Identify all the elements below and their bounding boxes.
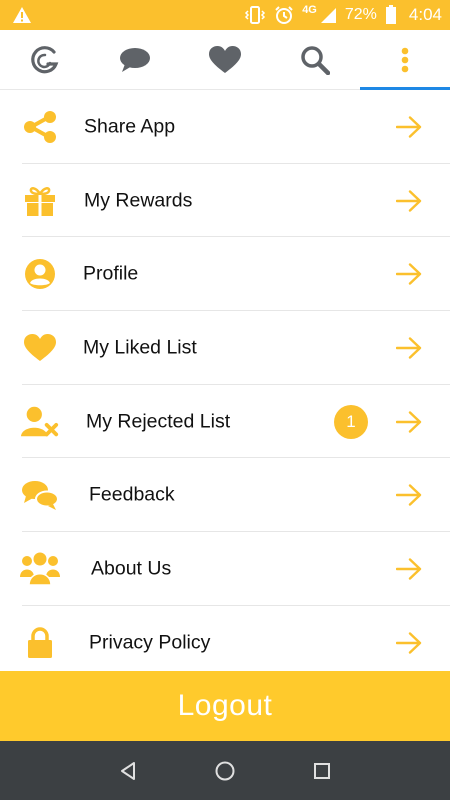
- gift-icon: [20, 183, 60, 219]
- chat-bubble-icon: [120, 47, 150, 72]
- recents-square-icon: [313, 762, 330, 779]
- group-icon: [20, 551, 60, 587]
- share-icon: [20, 109, 60, 145]
- heart-icon: [209, 45, 241, 73]
- nav-home-button[interactable]: [205, 751, 245, 791]
- menu-item-privacy-policy[interactable]: Privacy Policy: [0, 606, 450, 680]
- tab-chat[interactable]: [90, 30, 180, 89]
- more-vertical-icon: [401, 47, 409, 72]
- arrow-right-icon: [396, 263, 422, 285]
- search-icon: [301, 45, 330, 75]
- settings-menu: Share App My Rewards Profile My Liked Li…: [0, 90, 450, 680]
- arrow-right-icon: [396, 410, 422, 433]
- warning-icon: [13, 7, 31, 23]
- menu-item-profile[interactable]: Profile: [0, 237, 450, 312]
- menu-item-feedback[interactable]: Feedback: [0, 458, 450, 533]
- system-nav-bar: [0, 741, 450, 800]
- menu-item-my-liked-list[interactable]: My Liked List: [0, 311, 450, 385]
- battery-icon: [385, 5, 396, 24]
- tab-home[interactable]: [0, 30, 90, 89]
- tab-likes[interactable]: [180, 30, 270, 89]
- feedback-icon: [20, 477, 60, 513]
- arrow-right-icon: [396, 189, 422, 212]
- menu-item-label: Profile: [83, 262, 139, 285]
- lock-icon: [20, 625, 60, 661]
- menu-item-about-us[interactable]: About Us: [0, 532, 450, 606]
- alarm-icon: [275, 6, 293, 24]
- status-bar: 4G 72% 4:04: [0, 0, 450, 30]
- tab-more[interactable]: [360, 30, 450, 90]
- tab-bar: [0, 30, 450, 90]
- user-rejected-icon: [20, 404, 60, 440]
- network-type: 4G: [302, 4, 317, 16]
- clock: 4:04: [408, 5, 442, 24]
- count-badge: 1: [334, 404, 368, 439]
- menu-item-label: About Us: [91, 557, 172, 580]
- arrow-right-icon: [396, 631, 422, 654]
- logout-button[interactable]: Logout: [0, 671, 450, 741]
- profile-icon: [20, 256, 60, 292]
- nav-recents-button[interactable]: [302, 751, 342, 791]
- menu-item-my-rejected-list[interactable]: My Rejected List 1: [0, 385, 450, 459]
- menu-item-share-app[interactable]: Share App: [0, 90, 450, 164]
- heart-icon: [20, 330, 60, 366]
- menu-item-label: Feedback: [89, 483, 175, 506]
- vibrate-icon: [245, 6, 266, 24]
- menu-item-label: Privacy Policy: [89, 631, 211, 654]
- back-icon: [121, 761, 136, 780]
- arrow-right-icon: [396, 558, 422, 580]
- menu-item-my-rewards[interactable]: My Rewards: [0, 164, 450, 238]
- tab-search[interactable]: [270, 30, 360, 89]
- menu-item-label: Share App: [84, 115, 176, 138]
- home-circle-icon: [215, 761, 235, 780]
- arrow-right-icon: [396, 116, 422, 138]
- menu-item-label: My Rejected List: [86, 410, 231, 433]
- arrow-right-icon: [396, 337, 422, 359]
- app-logo-icon: [31, 45, 59, 73]
- menu-item-label: My Rewards: [84, 189, 193, 212]
- menu-item-label: My Liked List: [83, 336, 197, 359]
- battery-percent: 72%: [344, 6, 377, 23]
- signal-icon: [320, 8, 336, 23]
- nav-back-button[interactable]: [108, 751, 148, 791]
- arrow-right-icon: [396, 484, 422, 506]
